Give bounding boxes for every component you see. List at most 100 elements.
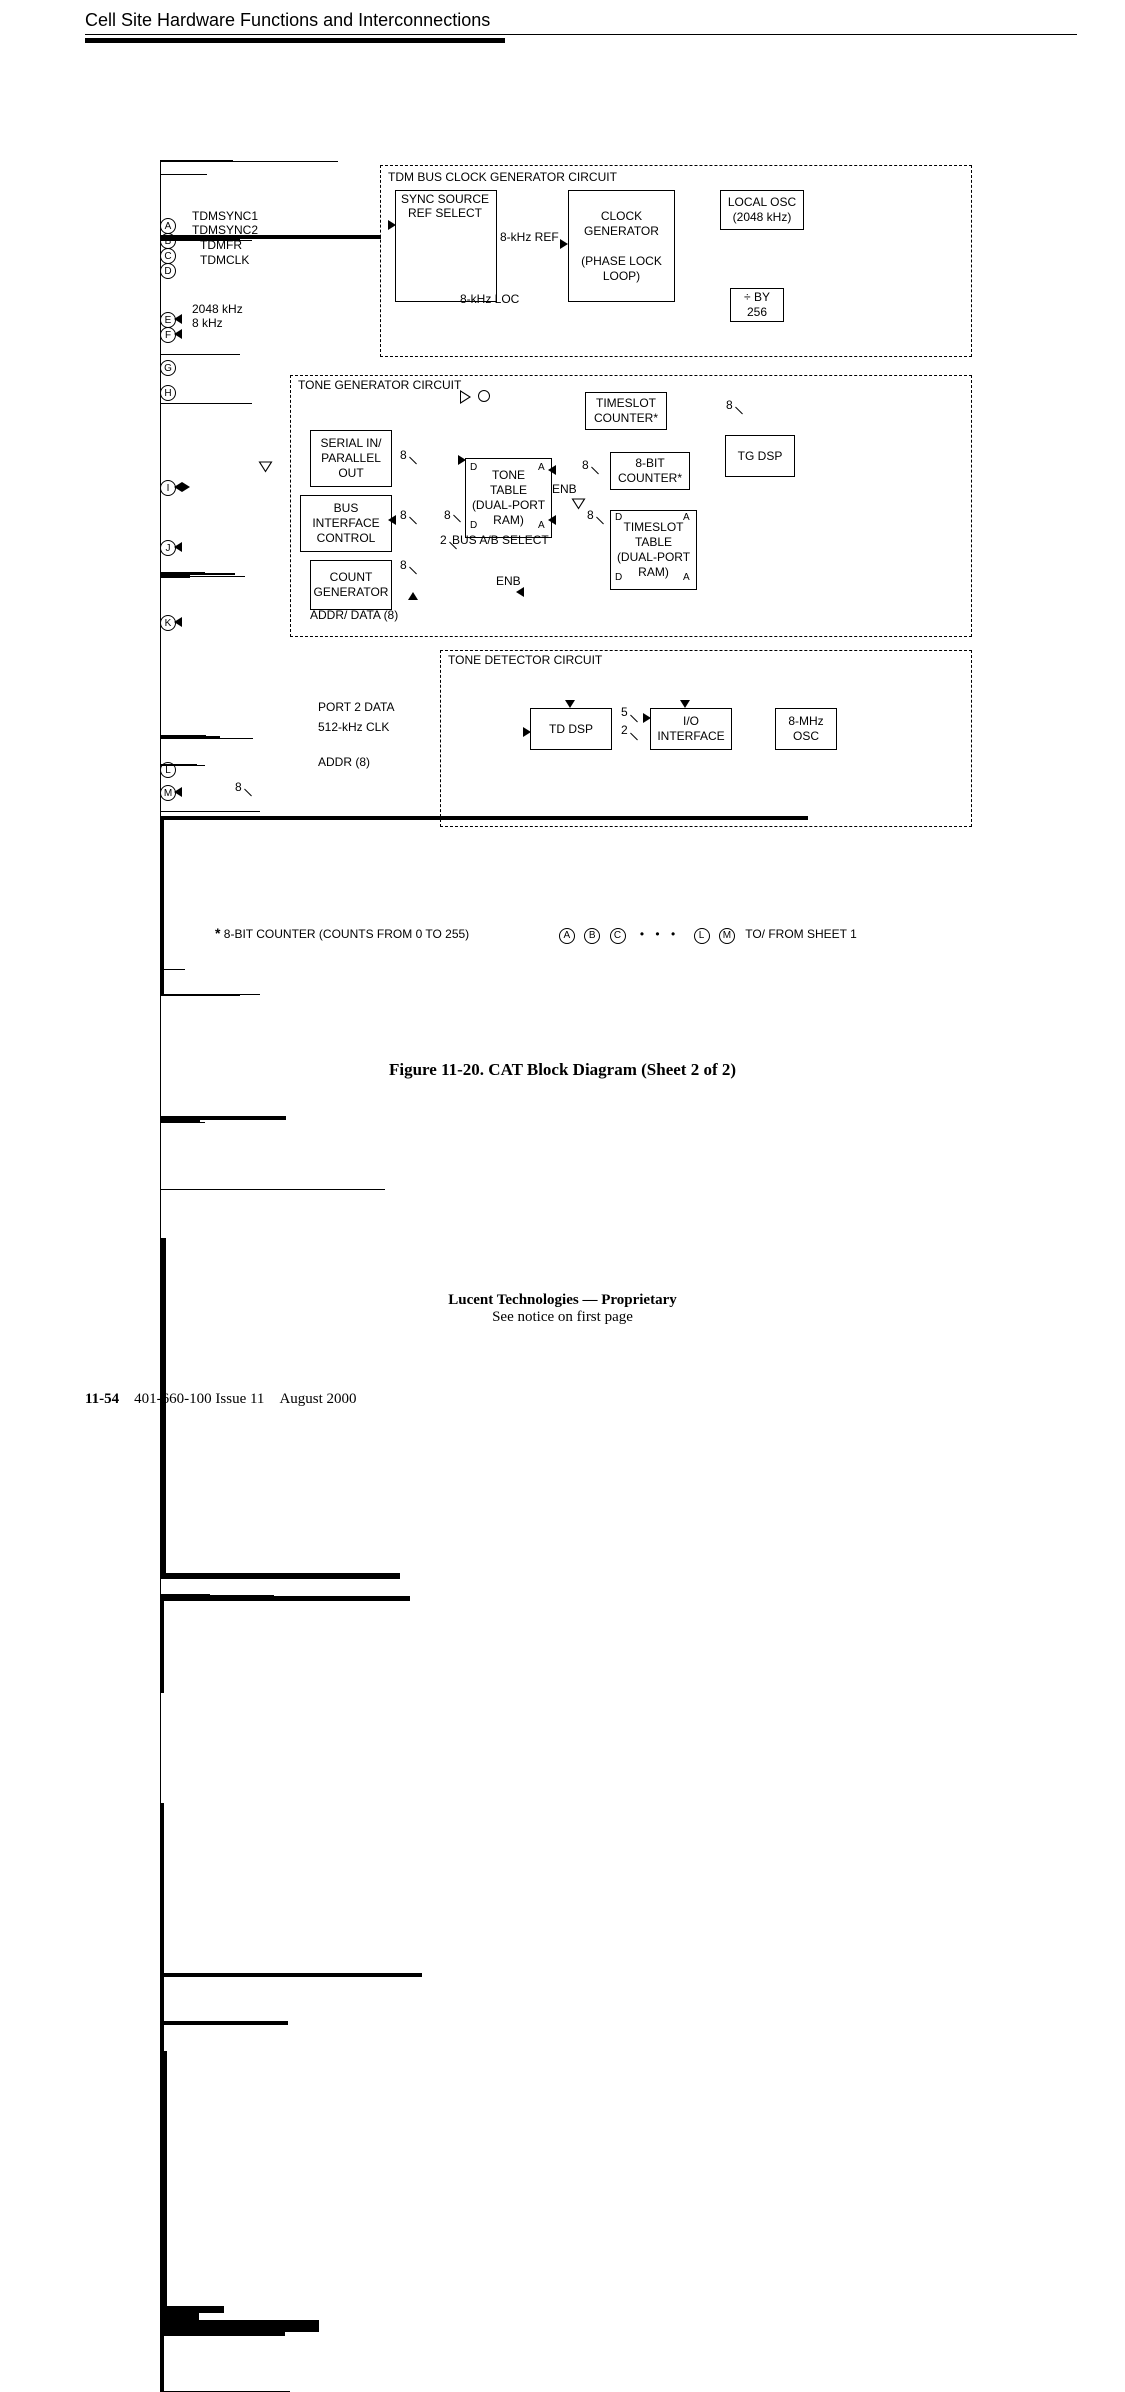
pin-b-label: TDMSYNC2 — [192, 223, 258, 237]
thick-bus — [160, 970, 164, 994]
thick-bus — [160, 2336, 164, 2391]
timeslot-table-lbl: TIMESLOT TABLE (DUAL-PORT RAM) — [615, 518, 692, 582]
enb-2: ENB — [496, 574, 521, 588]
arrow-icon — [388, 220, 396, 230]
legend-l: L — [694, 928, 710, 944]
pin-a: A — [160, 218, 176, 234]
thick-bus — [160, 1973, 422, 1977]
ref-label: 8-kHz REF — [500, 230, 559, 244]
pin-f-label: 8 kHz — [192, 316, 223, 330]
sync-source-select-lbl: SYNC SOURCE REF SELECT — [396, 192, 494, 220]
arrow-icon — [565, 700, 575, 708]
tone-det-title: TONE DETECTOR CIRCUIT — [448, 653, 602, 667]
tg-dsp-lbl: TG DSP — [736, 447, 785, 466]
bus8-5: 8 — [582, 458, 589, 472]
arrow-icon — [182, 482, 190, 492]
wire — [160, 1190, 161, 1238]
bus2b: 2 — [621, 723, 628, 737]
timeslot-table-a1: A — [683, 512, 690, 523]
thick-bus — [160, 1977, 164, 2021]
td-dsp-lbl: TD DSP — [547, 720, 595, 739]
thick-bus — [160, 2021, 288, 2025]
bus-interface-control: BUS INTERFACE CONTROL — [300, 495, 392, 552]
count-generator: COUNT GENERATOR — [310, 560, 392, 610]
pin-d: D — [160, 263, 176, 279]
slash-icon — [244, 789, 252, 797]
wire — [160, 1579, 161, 1594]
bus8-7: 8 — [726, 398, 733, 412]
arrow-icon — [516, 587, 524, 597]
proprietary-line1: Lucent Technologies — Proprietary — [448, 1292, 676, 1308]
clk512-label: 512-kHz CLK — [318, 720, 389, 734]
legend-ellipsis: • • • — [640, 927, 679, 941]
arrow-icon — [680, 700, 690, 708]
thick-bus — [160, 1601, 164, 1693]
buffer-icon — [572, 499, 586, 510]
wire — [160, 403, 252, 404]
bus2: 2 — [440, 533, 447, 547]
port2-label: PORT 2 DATA — [318, 700, 394, 714]
serial-in-parallel-out: SERIAL IN/ PARALLEL OUT — [310, 430, 392, 487]
wire — [160, 1693, 161, 1803]
legend-text: TO/ FROM SHEET 1 — [745, 927, 857, 941]
tdm-region-title: TDM BUS CLOCK GENERATOR CIRCUIT — [388, 170, 617, 184]
wire — [160, 161, 338, 162]
bus8-2: 8 — [400, 508, 407, 522]
clock-generator: CLOCK GENERATOR (PHASE LOCK LOOP) — [568, 190, 675, 302]
page-number: 11-54 — [85, 1391, 119, 1407]
thick-bus — [160, 1803, 164, 1973]
clock-generator-lbl: CLOCK GENERATOR (PHASE LOCK LOOP) — [579, 207, 664, 286]
tone-gen-title: TONE GENERATOR CIRCUIT — [298, 378, 461, 392]
pin-e-label: 2048 kHz — [192, 302, 243, 316]
bus-ab-select: BUS A/B SELECT — [452, 533, 549, 547]
arrow-icon — [458, 455, 466, 465]
footer: 11-54 401-660-100 Issue 11 August 2000 — [85, 1391, 1077, 1408]
thick-bus — [160, 2025, 164, 2051]
wire — [160, 162, 161, 174]
pin-d-label: TDMCLK — [200, 253, 249, 267]
bus5: 5 — [621, 705, 628, 719]
div-256-lbl: ÷ BY 256 — [742, 288, 772, 322]
loc-label: 8-kHz LOC — [460, 292, 519, 306]
tone-table-lbl: TONE TABLE (DUAL-PORT RAM) — [470, 466, 547, 530]
wire — [160, 996, 161, 1116]
proprietary-line: Lucent Technologies — Proprietary See no… — [0, 1292, 1125, 1326]
pin-g: G — [160, 360, 176, 376]
bus8-6: 8 — [587, 508, 594, 522]
buffer-icon — [259, 462, 273, 473]
doc-date: August 2000 — [279, 1391, 356, 1407]
arrow-icon — [174, 787, 182, 797]
io-interface: I/O INTERFACE — [650, 708, 732, 750]
wire — [160, 1600, 410, 1601]
arrow-icon — [643, 713, 651, 723]
thick-bus — [160, 2051, 167, 2306]
tone-table-a1: A — [538, 462, 545, 473]
arrow-icon — [408, 592, 418, 600]
wire — [160, 1123, 161, 1156]
proprietary-line2: See notice on first page — [492, 1309, 633, 1325]
arrow-icon — [560, 239, 568, 249]
wire — [160, 811, 260, 812]
wire — [160, 678, 161, 735]
figure-caption: Figure 11-20. CAT Block Diagram (Sheet 2… — [0, 1060, 1125, 1080]
arrow-icon — [388, 515, 396, 525]
thick-bus — [160, 820, 164, 969]
arrow-icon — [174, 617, 182, 627]
header-title: Cell Site Hardware Functions and Interco… — [85, 10, 490, 31]
timeslot-counter-lbl: TIMESLOT COUNTER* — [592, 394, 660, 428]
io-if-lbl: I/O INTERFACE — [655, 712, 726, 746]
timeslot-table-a2: A — [683, 572, 690, 583]
wire — [160, 1189, 385, 1190]
legend-m: M — [719, 928, 735, 944]
tone-table-a2: A — [538, 520, 545, 531]
enb-1: ENB — [552, 482, 577, 496]
wire — [160, 174, 207, 175]
bus8-4: 8 — [400, 558, 407, 572]
wire — [160, 995, 240, 996]
arrow-icon — [174, 314, 182, 324]
footnote: * 8-BIT COUNTER (COUNTS FROM 0 TO 255) A… — [215, 925, 980, 944]
wire — [160, 1156, 161, 1189]
wire — [160, 1122, 205, 1123]
pin-a-label: TDMSYNC1 — [192, 209, 258, 223]
bus8-1: 8 — [400, 448, 407, 462]
